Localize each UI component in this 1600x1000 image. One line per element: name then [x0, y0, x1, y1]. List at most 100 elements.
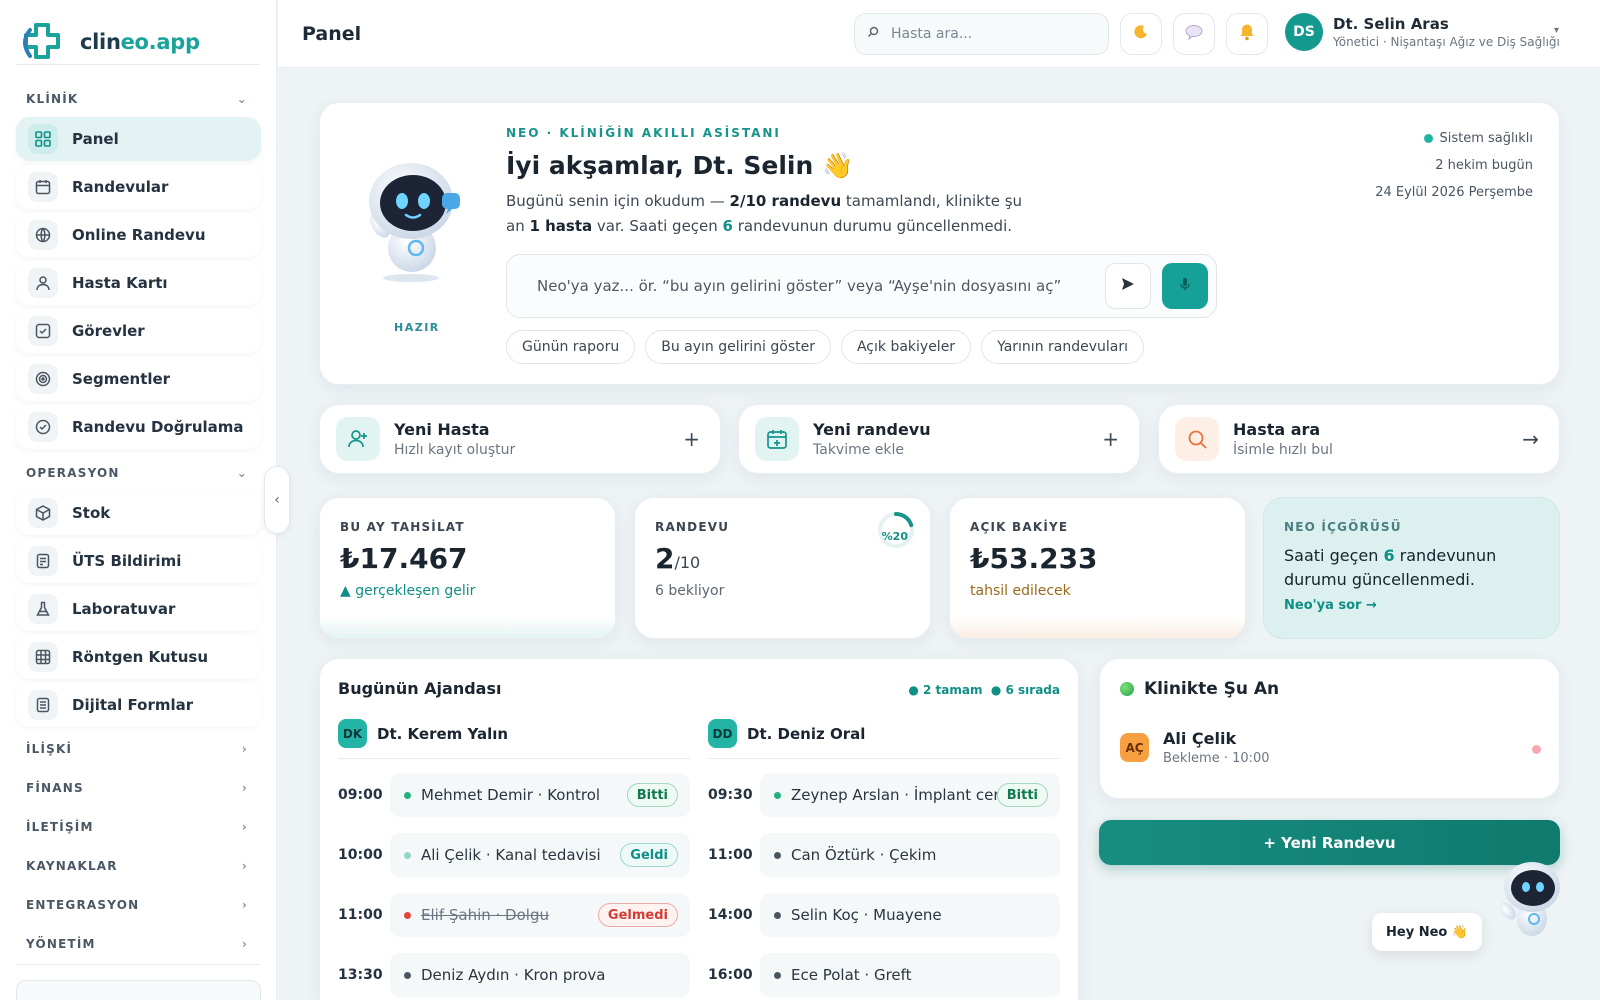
- chip-daily-report[interactable]: Günün raporu: [506, 330, 636, 364]
- neo-chat-input[interactable]: Neo'ya yaz... ör. “bu ayın gelirini göst…: [506, 254, 1217, 318]
- sidebar-item-randevu-dogrulama[interactable]: Randevu Doğrulama: [16, 405, 261, 449]
- section-entegrasyon[interactable]: ENTEGRASYON ›: [26, 898, 248, 912]
- slot-text: Ali Çelik · Kanal tedavisi: [421, 846, 601, 864]
- search-icon: [867, 26, 879, 42]
- sidebar-item-label: Stok: [72, 504, 111, 522]
- avatar: DS: [1285, 13, 1323, 51]
- current-date: 24 Eylül 2026 Perşembe: [1375, 185, 1533, 200]
- patient-row[interactable]: AÇ Ali Çelik Bekleme · 10:00: [1120, 729, 1270, 766]
- neo-tag: NEO · KLİNİĞİN AKILLI ASİSTANI: [506, 126, 781, 140]
- status-dot-icon: [404, 911, 411, 919]
- status-dot-icon: [404, 851, 411, 859]
- section-operasyon[interactable]: OPERASYON ⌄: [26, 466, 248, 480]
- stat-label: RANDEVU: [655, 520, 730, 534]
- user-name: Dt. Selin Aras: [1333, 15, 1449, 33]
- agenda-slot[interactable]: 14:00 Selin Koç · Muayene: [708, 893, 1060, 937]
- slot-time: 09:30: [708, 787, 753, 803]
- chat-bubble-icon: [1185, 24, 1203, 44]
- stat-sub: 6 bekliyor: [655, 583, 725, 599]
- section-yonetim[interactable]: YÖNETİM ›: [26, 937, 248, 951]
- brand-logo[interactable]: clineo.app: [18, 20, 200, 64]
- agenda-slot[interactable]: 09:00 Mehmet Demir · Kontrol Bitti: [338, 773, 690, 817]
- stat-open-balance[interactable]: AÇIK BAKİYE ₺53.233 tahsil edilecek: [949, 497, 1246, 639]
- add-user-icon: [336, 417, 380, 461]
- agenda-slot[interactable]: 10:00 Ali Çelik · Kanal tedavisi Geldi: [338, 833, 690, 877]
- section-finans[interactable]: FİNANS ›: [26, 781, 248, 795]
- sidebar-item-rontgen-kutusu[interactable]: Röntgen Kutusu: [16, 635, 261, 679]
- stat-sub: ▲ gerçekleşen gelir: [340, 583, 476, 599]
- calendar-icon: [28, 172, 58, 202]
- chevron-right-icon: ›: [241, 742, 248, 756]
- quick-action-new-appointment[interactable]: Yeni randevu Takvime ekle +: [738, 404, 1140, 474]
- doctor-header: DD Dt. Deniz Oral: [708, 719, 1060, 759]
- chip-open-balances[interactable]: Açık bakiyeler: [840, 330, 972, 364]
- sidebar-item-uts-bildirimi[interactable]: ÜTS Bildirimi: [16, 539, 261, 583]
- neo-insight-card[interactable]: NEO İÇGÖRÜSÜ Saati geçen 6 randevunun du…: [1263, 497, 1560, 639]
- sidebar-item-online-randevu[interactable]: Online Randevu: [16, 213, 261, 257]
- topbar: Panel DS Dt. Selin Aras Yönetici · Nişan…: [278, 0, 1600, 68]
- brand-name: clineo.app: [80, 30, 200, 54]
- notifications-button[interactable]: [1226, 13, 1268, 55]
- chevron-down-icon: ⌄: [236, 92, 248, 106]
- status-badge: Geldi: [620, 843, 678, 867]
- send-button[interactable]: [1105, 263, 1151, 309]
- section-iliski[interactable]: İLİŞKİ ›: [26, 742, 248, 756]
- target-icon: [28, 364, 58, 394]
- hero-status: Sistem sağlıklı 2 hekim bugün 24 Eylül 2…: [1375, 125, 1533, 206]
- user-role: Yönetici · Nişantaşı Ağız ve Diş Sağlığı: [1333, 35, 1560, 49]
- chevron-left-icon: ‹: [274, 492, 280, 508]
- section-klinik[interactable]: KLİNİK ⌄: [26, 92, 248, 106]
- hey-neo-bubble[interactable]: Hey Neo 👋: [1372, 913, 1483, 951]
- sidebar-collapse-button[interactable]: ‹: [264, 466, 290, 534]
- chevron-down-icon[interactable]: ▾: [1554, 25, 1559, 36]
- medical-cross-icon: [18, 20, 70, 64]
- slot-text: Can Öztürk · Çekim: [791, 846, 937, 864]
- sidebar-item-stok[interactable]: Stok: [16, 491, 261, 535]
- user-icon: [28, 268, 58, 298]
- agenda-slot[interactable]: 16:00 Ece Polat · Greft: [708, 953, 1060, 997]
- section-kaynaklar[interactable]: KAYNAKLAR ›: [26, 859, 248, 873]
- sidebar-item-panel[interactable]: Panel: [16, 117, 261, 161]
- microphone-icon: [1180, 277, 1190, 295]
- user-menu[interactable]: DS Dt. Selin Aras Yönetici · Nişantaşı A…: [1285, 13, 1560, 51]
- sidebar-item-segmentler[interactable]: Segmentler: [16, 357, 261, 401]
- stat-label: BU AY TAHSİLAT: [340, 520, 465, 534]
- theme-toggle-button[interactable]: [1120, 13, 1162, 55]
- send-icon: [1121, 277, 1135, 295]
- sidebar-item-randevular[interactable]: Randevular: [16, 165, 261, 209]
- ask-neo-link[interactable]: Neo'ya sor →: [1284, 598, 1539, 613]
- agenda-column-kerem: DK Dt. Kerem Yalın 09:00 Mehmet Demir · K…: [338, 719, 690, 997]
- chip-monthly-revenue[interactable]: Bu ayın gelirini göster: [645, 330, 831, 364]
- status-dot-icon: [774, 791, 781, 799]
- agenda-slot[interactable]: 11:00 Can Öztürk · Çekim: [708, 833, 1060, 877]
- new-appointment-button[interactable]: + Yeni Randevu: [1099, 820, 1560, 865]
- sidebar-item-label: Görevler: [72, 322, 145, 340]
- neo-floating-robot-icon[interactable]: [1494, 855, 1564, 943]
- flask-icon: [28, 594, 58, 624]
- sidebar-item-dijital-formlar[interactable]: Dijital Formlar: [16, 683, 261, 727]
- microphone-button[interactable]: [1162, 263, 1208, 309]
- quick-action-new-patient[interactable]: Yeni Hasta Hızlı kayıt oluştur +: [319, 404, 721, 474]
- messages-button[interactable]: [1173, 13, 1215, 55]
- slot-text: Deniz Aydın · Kron prova: [421, 966, 606, 984]
- doctor-badge: DD: [708, 719, 737, 748]
- section-iletisim[interactable]: İLETİŞİM ›: [26, 820, 248, 834]
- patient-status: Bekleme · 10:00: [1163, 751, 1270, 766]
- search-box[interactable]: [854, 13, 1109, 55]
- status-badge: Bitti: [996, 783, 1048, 807]
- stat-appointments[interactable]: RANDEVU 2/10 6 bekliyor %20: [634, 497, 931, 639]
- quick-action-search-patient[interactable]: Hasta ara İsimle hızlı bul →: [1158, 404, 1560, 474]
- sidebar-item-hasta-karti[interactable]: Hasta Kartı: [16, 261, 261, 305]
- chip-tomorrow-appointments[interactable]: Yarının randevuları: [981, 330, 1144, 364]
- slot-time: 09:00: [338, 787, 383, 803]
- sidebar-item-gorevler[interactable]: Görevler: [16, 309, 261, 353]
- agenda-slot[interactable]: 09:30 Zeynep Arslan · İmplant cerr... Bi…: [708, 773, 1060, 817]
- sidebar-footer-card[interactable]: [16, 980, 261, 1000]
- stat-collection[interactable]: BU AY TAHSİLAT ₺17.467 ▲ gerçekleşen gel…: [319, 497, 616, 639]
- agenda-slot[interactable]: 11:00 Elif Şahin · Dolgu Gelmedi: [338, 893, 690, 937]
- stat-label: AÇIK BAKİYE: [970, 520, 1069, 534]
- slot-time: 11:00: [338, 907, 383, 923]
- sidebar-item-laboratuvar[interactable]: Laboratuvar: [16, 587, 261, 631]
- search-input[interactable]: [891, 26, 1081, 42]
- agenda-slot[interactable]: 13:30 Deniz Aydın · Kron prova: [338, 953, 690, 997]
